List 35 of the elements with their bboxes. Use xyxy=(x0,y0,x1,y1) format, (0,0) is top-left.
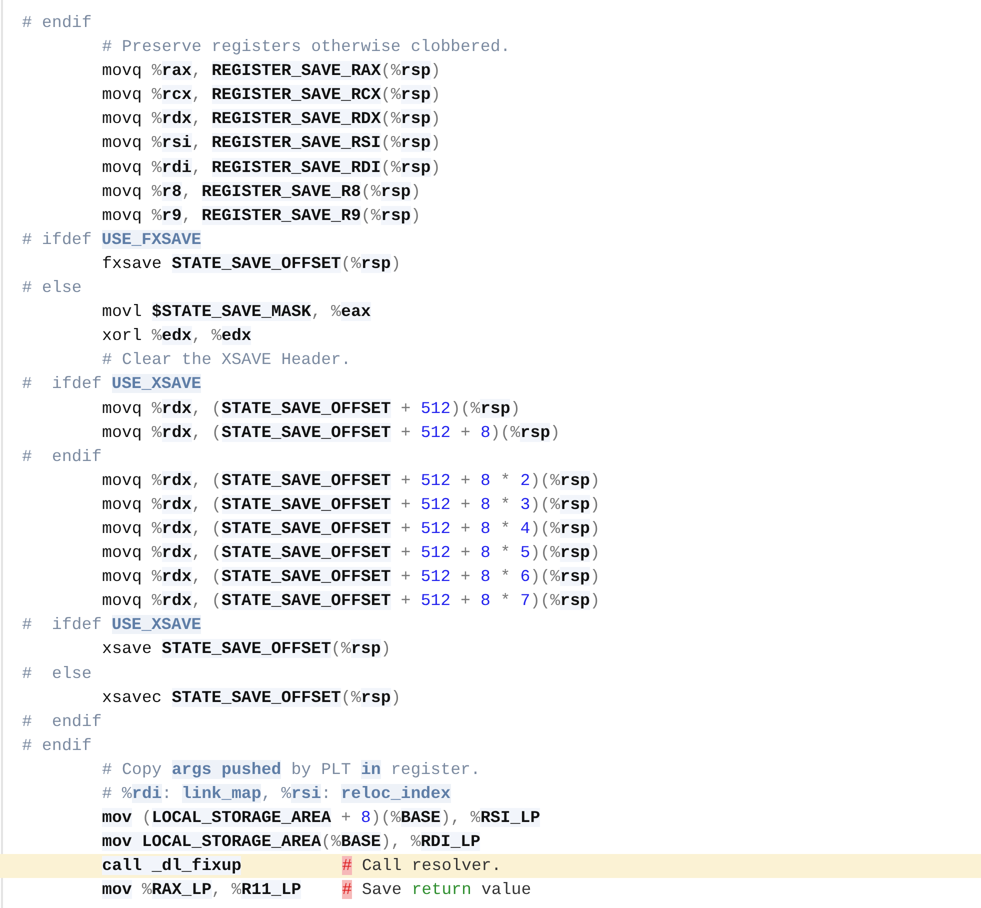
code-line: movq %r8, REGISTER_SAVE_R8(%rsp) xyxy=(101,180,422,203)
code-line: fxsave STATE_SAVE_OFFSET(%rsp) xyxy=(101,252,402,275)
code-line: movq %rcx, REGISTER_SAVE_RCX(%rsp) xyxy=(101,84,442,106)
code-line: # ifdef USE_FXSAVE xyxy=(21,228,202,251)
code-line: # ifdef USE_XSAVE xyxy=(21,614,202,636)
code-line: movq %rdx, (STATE_SAVE_OFFSET + 512)(%rsp) xyxy=(101,398,522,420)
code-line: movq %r9, REGISTER_SAVE_R9(%rsp) xyxy=(101,204,422,227)
code-line: # Clear the XSAVE Header. xyxy=(101,349,352,372)
code-line: # ifdef USE_XSAVE xyxy=(21,373,202,396)
code-line: movl $STATE_SAVE_MASK, %eax xyxy=(101,301,372,324)
code-line: # endif xyxy=(21,446,103,468)
code-line: # endif xyxy=(21,734,93,757)
code-line: # Preserve registers otherwise clobbered. xyxy=(101,36,512,58)
code-line: # else xyxy=(21,277,83,300)
code-line: movq %rdx, (STATE_SAVE_OFFSET + 512 + 8 * 5)(%rsp) xyxy=(101,542,601,564)
code-line: movq %rax, REGISTER_SAVE_RAX(%rsp) xyxy=(101,60,442,82)
code-line: # endif xyxy=(21,12,93,34)
code-line: movq %rdx, (STATE_SAVE_OFFSET + 512 + 8 * 6)(%rsp) xyxy=(101,566,601,588)
code-line: movq %rdx, (STATE_SAVE_OFFSET + 512 + 8 * 2)(%rsp) xyxy=(101,470,601,492)
code-line: mov %RAX_LP, %R11_LP # Save return value xyxy=(101,879,532,902)
code-line: # endif xyxy=(21,710,103,733)
code-line: movq %rdx, (STATE_SAVE_OFFSET + 512 + 8)(%rsp) xyxy=(101,422,562,444)
code-line: movq %rdx, (STATE_SAVE_OFFSET + 512 + 8 * 4)(%rsp) xyxy=(101,518,601,540)
code-line: movq %rdi, REGISTER_SAVE_RDI(%rsp) xyxy=(101,156,442,179)
code-line: movq %rsi, REGISTER_SAVE_RSI(%rsp) xyxy=(101,132,442,154)
code-line: xsavec STATE_SAVE_OFFSET(%rsp) xyxy=(101,686,402,709)
code-line: movq %rdx, REGISTER_SAVE_RDX(%rsp) xyxy=(101,108,442,130)
code-line: movq %rdx, (STATE_SAVE_OFFSET + 512 + 8 * 3)(%rsp) xyxy=(101,494,601,516)
code-line: # else xyxy=(21,662,93,685)
code-line: # Copy args pushed by PLT in register. xyxy=(101,758,482,781)
code-line: mov (LOCAL_STORAGE_AREA + 8)(%BASE), %RSI_LP xyxy=(101,807,542,830)
code-line: mov LOCAL_STORAGE_AREA(%BASE), %RDI_LP xyxy=(101,831,482,854)
code-line: movq %rdx, (STATE_SAVE_OFFSET + 512 + 8 * 7)(%rsp) xyxy=(101,590,601,612)
code-line: xorl %edx, %edx xyxy=(101,325,252,348)
code-line: # %rdi: link_map, %rsi: reloc_index xyxy=(101,783,452,805)
